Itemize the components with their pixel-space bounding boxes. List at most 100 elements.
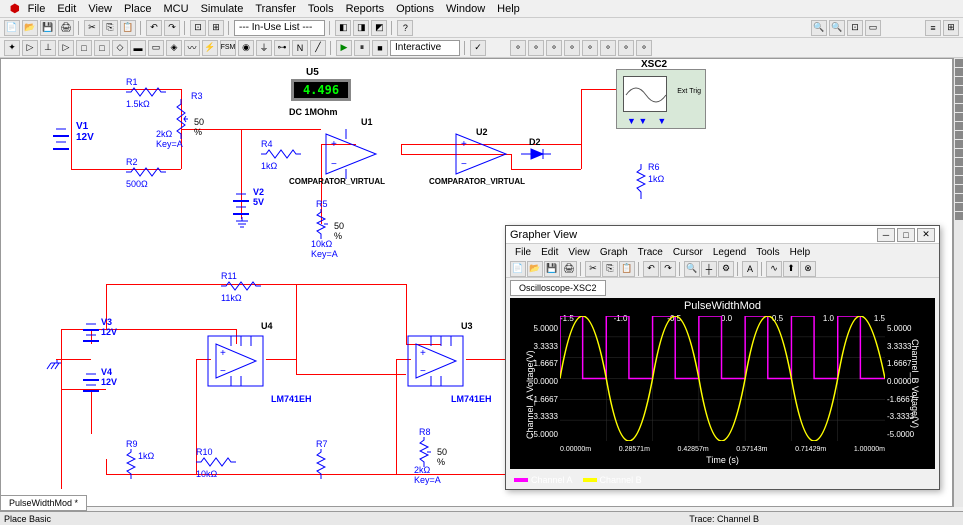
gredo-icon[interactable]: ↷ [660,261,676,277]
place-misc-icon[interactable]: ◇ [112,40,128,56]
gmenu-legend[interactable]: Legend [708,247,751,258]
help-icon[interactable]: ? [397,20,413,36]
place-transistor-icon[interactable]: ⊥ [40,40,56,56]
resistor-r9[interactable]: R9 1kΩ [126,439,138,481]
place-electro-icon[interactable]: ⚡ [202,40,218,56]
multimeter-u5[interactable]: 4.496 [291,79,351,101]
gmenu-cursor[interactable]: Cursor [668,247,708,258]
menu-mcu[interactable]: MCU [158,3,195,15]
inuse-list-dropdown[interactable]: --- In-Use List --- [234,20,325,36]
instrument-icon[interactable] [955,86,963,94]
probe-icon[interactable]: ⚬ [600,40,616,56]
potentiometer-r5[interactable]: R5 10kΩ 50 % Key=A [316,209,331,241]
gmenu-file[interactable]: File [510,247,536,258]
comparator-u1[interactable]: +− [321,129,381,179]
menu-options[interactable]: Options [390,3,440,15]
place-cmos-icon[interactable]: □ [94,40,110,56]
opamp-u3[interactable]: +− [406,334,476,389]
gexport-icon[interactable]: ⬆ [783,261,799,277]
run-icon[interactable]: ▶ [336,40,352,56]
place-connector-icon[interactable]: ⊶ [274,40,290,56]
place-advanced-icon[interactable]: ▭ [148,40,164,56]
menu-transfer[interactable]: Transfer [249,3,302,15]
instrument-icon[interactable] [955,77,963,85]
tool-icon[interactable]: ◧ [335,20,351,36]
resistor-r7[interactable]: R7 [316,439,328,481]
cut-icon[interactable]: ✂ [84,20,100,36]
place-mcu-icon[interactable]: ▬ [130,40,146,56]
probe-icon[interactable]: ⚬ [528,40,544,56]
resistor-r6[interactable]: R6 1kΩ [636,164,646,201]
grapher-tab[interactable]: Oscilloscope-XSC2 [510,280,606,296]
open-icon[interactable]: 📂 [22,20,38,36]
instrument-icon[interactable] [955,68,963,76]
probe-icon[interactable]: ⚬ [546,40,562,56]
zoom-out-icon[interactable]: 🔍 [829,20,845,36]
instrument-icon[interactable] [955,140,963,148]
zoom-fit-icon[interactable]: ⊡ [190,20,206,36]
gprint-icon[interactable]: 🖨 [561,261,577,277]
instrument-icon[interactable] [955,185,963,193]
print-icon[interactable]: 🖨 [58,20,74,36]
new-icon[interactable]: 📄 [4,20,20,36]
place-analog-icon[interactable]: ▷ [58,40,74,56]
instrument-icon[interactable] [955,149,963,157]
probe-icon[interactable]: ⚬ [618,40,634,56]
oscilloscope-xsc2[interactable]: Ext Trig ▼ ▼ ▼ [616,69,706,129]
gmenu-edit[interactable]: Edit [536,247,563,258]
grapher-titlebar[interactable]: Grapher View ─ □ ✕ [506,226,939,244]
menu-tools[interactable]: Tools [302,3,340,15]
menu-file[interactable]: File [22,3,52,15]
resistor-r4[interactable]: R4 1kΩ [261,139,301,171]
tool-icon[interactable]: ◩ [371,20,387,36]
close-icon[interactable]: ✕ [917,228,935,242]
instrument-icon[interactable] [955,122,963,130]
gmenu-trace[interactable]: Trace [633,247,668,258]
instrument-icon[interactable] [955,194,963,202]
instrument-icon[interactable] [955,212,963,220]
gcopy-icon[interactable]: ⎘ [602,261,618,277]
resistor-r11[interactable]: R11 11kΩ [221,271,261,303]
zoom-in-icon[interactable]: 🔍 [811,20,827,36]
probe-icon[interactable]: ⚬ [636,40,652,56]
gnew-icon[interactable]: 📄 [510,261,526,277]
stop-icon[interactable]: ■ [372,40,388,56]
instrument-icon[interactable] [955,104,963,112]
gzoom-icon[interactable]: 🔍 [684,261,700,277]
instrument-icon[interactable] [955,131,963,139]
potentiometer-r8[interactable]: R8 2kΩ 50 % Key=A [419,437,434,469]
tool-icon[interactable]: ◨ [353,20,369,36]
potentiometer-r3[interactable]: R3 2kΩ 50 % Key=A [176,99,191,141]
copy-icon[interactable]: ⎘ [102,20,118,36]
instrument-icon[interactable] [955,167,963,175]
place-bus-icon[interactable]: ╱ [310,40,326,56]
resistor-r10[interactable]: R10 10kΩ [196,447,236,479]
save-icon[interactable]: 💾 [40,20,56,36]
place-ni-icon[interactable]: N [292,40,308,56]
place-misc2-icon[interactable]: ◈ [166,40,182,56]
menu-help[interactable]: Help [491,3,526,15]
voltage-source-v1[interactable] [51,124,71,157]
place-diode-icon[interactable]: ▷ [22,40,38,56]
sim-mode-dropdown[interactable]: Interactive [390,40,460,56]
ground-icon[interactable] [234,217,250,232]
gmeasure-icon[interactable]: ∿ [766,261,782,277]
instrument-icon[interactable] [955,158,963,166]
maximize-icon[interactable]: □ [897,228,915,242]
place-indicator-icon[interactable]: ◉ [238,40,254,56]
instrument-icon[interactable] [955,176,963,184]
place-rf-icon[interactable]: 〰 [184,40,200,56]
pause-icon[interactable]: ⏸ [354,40,370,56]
zoom-100-icon[interactable]: ⊡ [847,20,863,36]
gclose-icon[interactable]: ⊗ [800,261,816,277]
menu-view[interactable]: View [82,3,118,15]
redo-icon[interactable]: ↷ [164,20,180,36]
minimize-icon[interactable]: ─ [877,228,895,242]
gcursor-icon[interactable]: ┼ [701,261,717,277]
menu-edit[interactable]: Edit [51,3,82,15]
undo-icon[interactable]: ↶ [146,20,162,36]
gcut-icon[interactable]: ✂ [585,261,601,277]
gtext-icon[interactable]: A [742,261,758,277]
resistor-r1[interactable]: R1 1.5kΩ [126,77,166,109]
menu-simulate[interactable]: Simulate [195,3,250,15]
